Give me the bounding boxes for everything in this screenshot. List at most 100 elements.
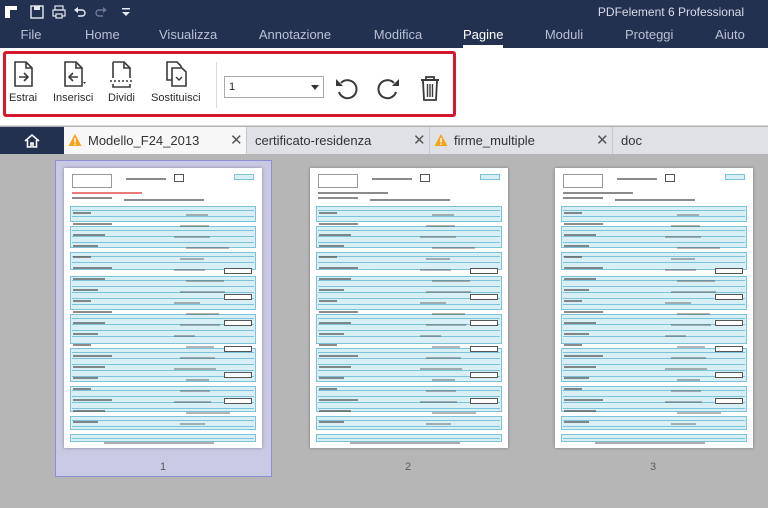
form-field: [715, 268, 743, 274]
form-text: [564, 333, 589, 335]
form-field: [224, 346, 252, 352]
form-rule: [318, 292, 500, 293]
form-rule: [318, 370, 500, 371]
form-rule: [72, 408, 254, 409]
form-text: [73, 333, 98, 335]
form-text: [180, 324, 220, 326]
form-rule: [563, 426, 745, 427]
save-icon[interactable]: [28, 3, 46, 21]
form-text: [180, 357, 215, 359]
home-tab[interactable]: [0, 127, 64, 154]
form-text: [420, 335, 441, 337]
form-text: [319, 355, 358, 357]
form-rule: [318, 286, 500, 287]
form-rule: [72, 330, 254, 331]
form-rule: [563, 256, 745, 257]
form-text: [73, 388, 91, 390]
form-rule: [72, 364, 254, 365]
form-rule: [318, 352, 500, 353]
form-text: [617, 178, 657, 180]
replace-button[interactable]: Sostituisci: [151, 60, 201, 112]
form-text: [564, 421, 589, 423]
form-rule: [318, 304, 500, 305]
form-text: [671, 324, 711, 326]
replace-icon: [165, 61, 187, 87]
page-thumbnail-2[interactable]: [310, 168, 508, 448]
menu-visualizza[interactable]: Visualizza: [159, 27, 217, 48]
form-rule: [563, 330, 745, 331]
form-text: [564, 344, 582, 346]
page-thumbnail-3[interactable]: [555, 168, 753, 448]
menu-file[interactable]: File: [20, 27, 42, 48]
form-text: [677, 379, 700, 381]
chevron-down-icon: [311, 85, 319, 90]
print-icon[interactable]: [50, 3, 68, 21]
close-icon[interactable]: ✕: [230, 131, 243, 149]
split-button[interactable]: Dividi: [108, 60, 135, 112]
menu-modifica[interactable]: Modifica: [373, 27, 423, 48]
tab-title: certificato-residenza: [255, 133, 372, 148]
form-rule: [72, 390, 254, 391]
form-text: [72, 197, 112, 199]
delete-icon[interactable]: [416, 74, 444, 102]
page-thumbnail-1[interactable]: [64, 168, 262, 448]
form-text: [73, 410, 105, 412]
page-number-select[interactable]: 1: [224, 76, 324, 98]
form-text: [73, 234, 105, 236]
insert-icon: [64, 61, 87, 87]
form-logo: [563, 174, 603, 188]
undo-icon[interactable]: [71, 3, 89, 21]
tab-firme-multiple[interactable]: firme_multiple ✕: [430, 127, 613, 154]
close-icon[interactable]: ✕: [596, 131, 609, 149]
form-text: [174, 269, 205, 271]
form-text: [677, 214, 699, 216]
form-text: [73, 322, 105, 324]
form-field: [715, 346, 743, 352]
tab-certificato-residenza[interactable]: certificato-residenza ✕: [247, 127, 430, 154]
menu-aiuto[interactable]: Aiuto: [713, 27, 747, 48]
rotate-right-icon[interactable]: [374, 74, 402, 102]
form-rule: [72, 292, 254, 293]
form-section: [316, 206, 502, 222]
form-text: [180, 390, 210, 392]
menu-home[interactable]: Home: [85, 27, 120, 48]
tab-modello-f24[interactable]: Modello_F24_2013 ✕: [64, 127, 247, 154]
page-select-value: 1: [229, 81, 236, 93]
form-text: [124, 199, 204, 201]
warning-icon: [68, 134, 82, 146]
form-text: [319, 333, 344, 335]
page-number-label: 2: [404, 461, 412, 473]
form-section: [561, 206, 747, 222]
form-rule: [563, 318, 745, 319]
form-text: [126, 178, 166, 180]
close-icon[interactable]: ✕: [413, 131, 426, 149]
customize-toolbar-icon[interactable]: [117, 3, 135, 21]
form-text: [73, 399, 112, 401]
form-rule: [72, 286, 254, 287]
insert-button[interactable]: Inserisci: [53, 60, 93, 112]
menu-proteggi[interactable]: Proteggi: [625, 27, 673, 48]
form-rule: [318, 408, 500, 409]
menu-pagine[interactable]: Pagine: [463, 27, 503, 48]
form-text: [564, 355, 603, 357]
menu-annotazione[interactable]: Annotazione: [258, 27, 332, 48]
form-text: [420, 269, 451, 271]
form-text: [186, 214, 208, 216]
rotate-left-icon[interactable]: [333, 74, 361, 102]
form-text: [564, 322, 596, 324]
form-text: [319, 278, 351, 280]
form-text: [73, 344, 91, 346]
form-text: [564, 234, 596, 236]
tab-doc[interactable]: doc: [613, 127, 768, 154]
form-rule: [563, 280, 745, 281]
form-rule: [318, 262, 500, 263]
form-text: [665, 335, 686, 337]
form-rule: [318, 230, 500, 231]
form-rule: [72, 216, 254, 217]
form-text: [370, 199, 450, 201]
redo-icon[interactable]: [92, 3, 110, 21]
menu-moduli[interactable]: Moduli: [543, 27, 585, 48]
form-rule: [72, 426, 254, 427]
extract-button[interactable]: Estrai: [9, 60, 37, 112]
form-rule: [563, 408, 745, 409]
